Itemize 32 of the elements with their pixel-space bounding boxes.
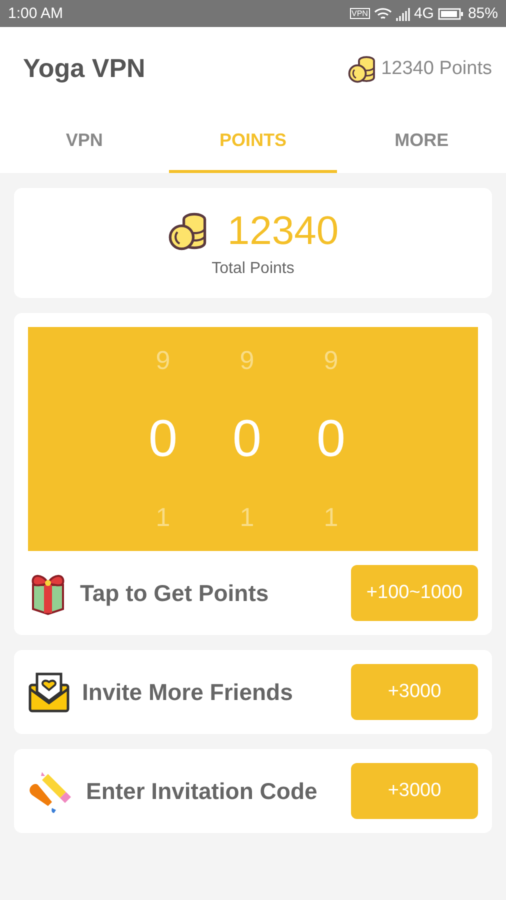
envelope-heart-icon	[28, 671, 70, 713]
total-points-value: 12340	[227, 208, 339, 254]
status-time: 1:00 AM	[8, 5, 64, 22]
network-type: 4G	[414, 5, 434, 22]
action-label: Enter Invitation Code	[86, 778, 318, 804]
reel-digit: 0	[148, 409, 178, 469]
action-label: Tap to Get Points	[80, 580, 269, 606]
app-title: Yoga VPN	[23, 53, 146, 84]
total-points-label: Total Points	[212, 260, 294, 278]
reward-button[interactable]: +3000	[351, 763, 478, 819]
tab[interactable]: POINTS	[168, 110, 338, 173]
slot-machine[interactable]: 9 0 1 9 0 1 9 0 1	[28, 327, 478, 551]
battery-percent: 85%	[468, 5, 498, 22]
reward-button[interactable]: +100~1000	[351, 565, 478, 621]
signal-icon	[396, 6, 410, 20]
reel-digit: 0	[232, 409, 262, 469]
reel-digit-below: 1	[324, 502, 338, 533]
reel-digit-below: 1	[156, 502, 170, 533]
reel-digit: 0	[316, 409, 346, 469]
wifi-icon	[374, 6, 392, 20]
tab[interactable]: VPN	[0, 110, 169, 173]
reel-digit-below: 1	[240, 502, 254, 533]
vpn-badge: VPN	[350, 8, 370, 19]
reel-digit-above: 9	[156, 345, 170, 376]
coins-icon	[347, 54, 378, 84]
reward-button[interactable]: +3000	[351, 664, 478, 720]
battery-icon	[438, 6, 464, 20]
action-label: Invite More Friends	[82, 678, 293, 706]
tab[interactable]: MORE	[337, 110, 506, 173]
reel-digit-above: 9	[240, 345, 254, 376]
reel-digit-above: 9	[324, 345, 338, 376]
points-balance: 12340 Points	[381, 58, 492, 80]
